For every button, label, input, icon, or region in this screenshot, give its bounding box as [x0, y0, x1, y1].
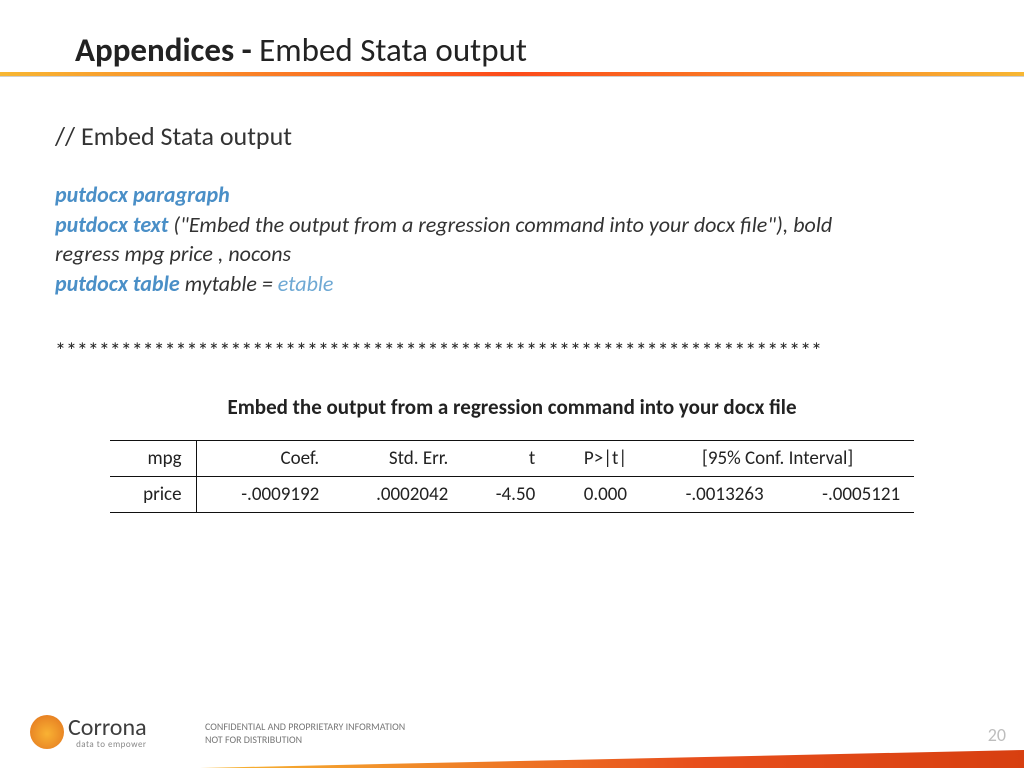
page-number: 20 — [988, 724, 1006, 746]
table-title: Embed the output from a regression comma… — [55, 394, 969, 420]
keyword: putdocx paragraph — [55, 181, 230, 208]
cell-ci-high: -.0005121 — [778, 476, 915, 512]
brand-name: Corrona — [68, 713, 147, 742]
code-line-2: putdocx text ("Embed the output from a r… — [55, 210, 969, 240]
slide-title: Appendices - Embed Stata output — [70, 30, 954, 70]
brand-tagline: data to empower — [68, 739, 147, 750]
header-p: P>|t| — [549, 440, 641, 476]
code-block: putdocx paragraph putdocx text ("Embed t… — [55, 180, 969, 299]
header-t: t — [462, 440, 549, 476]
separator-stars: ****************************************… — [55, 337, 969, 364]
slide: Appendices - Embed Stata output // Embed… — [0, 0, 1024, 768]
code-line-4: putdocx table mytable = etable — [55, 269, 969, 299]
footer-wedge — [200, 750, 1024, 768]
sun-icon — [30, 715, 64, 749]
confidentiality-notice: CONFIDENTIAL AND PROPRIETARY INFORMATION… — [205, 721, 405, 746]
header-ci: [95% Conf. Interval] — [641, 440, 914, 476]
regression-table: mpg Coef. Std. Err. t P>|t| [95% Conf. I… — [110, 440, 914, 513]
conf-line-2: NOT FOR DISTRIBUTION — [205, 734, 405, 747]
conf-line-1: CONFIDENTIAL AND PROPRIETARY INFORMATION — [205, 721, 405, 734]
header-rowlabel: mpg — [110, 440, 196, 476]
cell-rowlabel: price — [110, 476, 196, 512]
footer: Corrona data to empower CONFIDENTIAL AND… — [0, 698, 1024, 768]
header-coef: Coef. — [196, 440, 333, 476]
brand-block: Corrona data to empower — [68, 713, 147, 750]
cell-t: -4.50 — [462, 476, 549, 512]
cell-p: 0.000 — [549, 476, 641, 512]
cell-coef: -.0009192 — [196, 476, 333, 512]
keyword: putdocx text — [55, 211, 168, 238]
title-rule — [0, 72, 1024, 76]
logo: Corrona data to empower — [30, 713, 147, 750]
header-stderr: Std. Err. — [333, 440, 462, 476]
code-line-1: putdocx paragraph — [55, 180, 969, 210]
code-line-3: regress mpg price , nocons — [55, 239, 969, 269]
content-area: // Embed Stata output putdocx paragraph … — [55, 120, 969, 513]
code-text: ("Embed the output from a regression com… — [168, 211, 832, 238]
table-row: price -.0009192 .0002042 -4.50 0.000 -.0… — [110, 476, 914, 512]
title-rest: Embed Stata output — [259, 30, 527, 70]
keyword: putdocx table — [55, 270, 180, 297]
keyword: etable — [278, 270, 334, 297]
code-text: mytable = — [180, 270, 278, 297]
cell-stderr: .0002042 — [333, 476, 462, 512]
code-comment: // Embed Stata output — [55, 120, 969, 152]
title-bold: Appendices - — [75, 30, 259, 70]
table-header-row: mpg Coef. Std. Err. t P>|t| [95% Conf. I… — [110, 440, 914, 476]
cell-ci-low: -.0013263 — [641, 476, 778, 512]
